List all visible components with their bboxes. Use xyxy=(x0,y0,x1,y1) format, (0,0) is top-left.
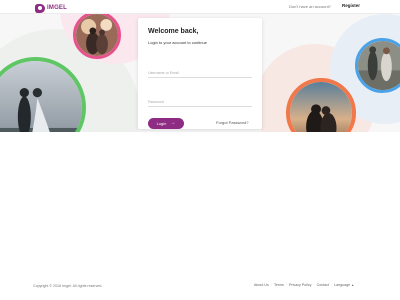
welcome-title: Welcome back, xyxy=(148,28,199,35)
login-button-label: Login xyxy=(156,121,167,126)
login-card: Welcome back, Login to your account to c… xyxy=(138,18,262,129)
footer-link-contact[interactable]: Contact xyxy=(317,283,329,287)
password-input[interactable] xyxy=(148,97,252,107)
brand-logo[interactable]: IMGEL xyxy=(35,3,67,13)
welcome-subtitle: Login to your account to continue xyxy=(148,40,207,45)
login-button[interactable]: Login → xyxy=(148,118,184,129)
top-bar: IMGEL Don't have an account? Register xyxy=(0,0,400,14)
copyright-text: Copyright © 2018 Imgel. All rights reser… xyxy=(33,284,103,288)
forgot-password-link[interactable]: Forgot Password? xyxy=(216,120,248,125)
arrow-right-icon: → xyxy=(170,120,176,126)
footer-link-terms[interactable]: Terms xyxy=(274,283,284,287)
signup-prompt: Don't have an account? xyxy=(289,4,331,9)
brand-name: IMGEL xyxy=(47,5,67,11)
footer-link-privacy[interactable]: Privacy Policy xyxy=(289,283,311,287)
register-link[interactable]: Register xyxy=(342,3,360,8)
footer-links: About Us · Terms · Privacy Policy · Cont… xyxy=(254,283,355,287)
caret-up-icon: ▲ xyxy=(351,283,355,287)
username-input[interactable] xyxy=(148,68,252,78)
footer-language-selector[interactable]: Language xyxy=(334,283,350,287)
footer-link-about[interactable]: About Us xyxy=(254,283,269,287)
logo-icon xyxy=(35,3,45,13)
